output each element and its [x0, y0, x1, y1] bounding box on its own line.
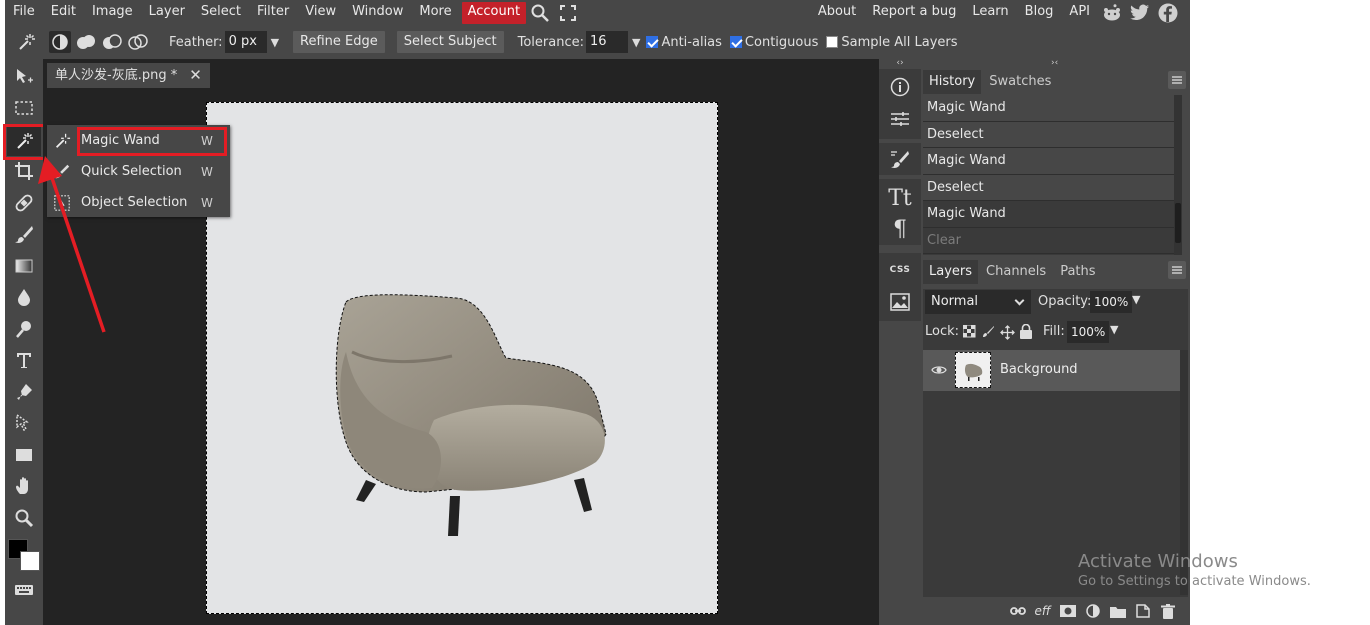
side-icon-column: ‹› Tt ¶ CSS — [879, 59, 921, 625]
tab-swatches[interactable]: Swatches — [983, 70, 1057, 94]
lock-label: Lock: — [925, 324, 960, 339]
panel-collapse-handle-icon[interactable]: ›‹ — [1051, 59, 1058, 68]
history-item[interactable]: Deselect — [923, 174, 1182, 201]
lock-transparency-icon[interactable] — [962, 324, 977, 343]
css-icon[interactable]: CSS — [889, 259, 911, 281]
history-item-current[interactable]: Magic Wand — [923, 201, 1182, 228]
layer-name: Background — [1000, 362, 1078, 377]
history-item-dimmed[interactable]: Clear — [923, 227, 1182, 254]
fill-dropdown-icon[interactable]: ▼ — [1110, 323, 1118, 336]
activate-windows-watermark: Activate Windows Go to Settings to activ… — [1078, 551, 1311, 589]
layers-footer: eff — [923, 597, 1188, 625]
history-item[interactable]: Magic Wand — [923, 95, 1182, 122]
fill-label: Fill: — [1043, 324, 1065, 339]
tab-channels[interactable]: Channels — [980, 260, 1052, 284]
paragraph-icon[interactable]: ¶ — [889, 217, 911, 242]
lock-all-icon[interactable] — [1019, 323, 1033, 343]
layer-mask-icon[interactable] — [1055, 601, 1080, 621]
opacity-input[interactable]: 100% — [1090, 291, 1133, 313]
right-panels: ›‹ History Swatches Magic Wand Deselect … — [921, 59, 1190, 625]
info-icon[interactable] — [889, 76, 911, 98]
blend-mode-select[interactable]: Normal — [925, 290, 1031, 314]
history-scroll-thumb[interactable] — [1175, 203, 1181, 243]
link-layers-icon[interactable] — [1005, 601, 1030, 621]
history-item[interactable]: Magic Wand — [923, 148, 1182, 175]
brush-settings-icon[interactable] — [889, 148, 911, 170]
opacity-label: Opacity: — [1038, 294, 1092, 309]
tab-paths[interactable]: Paths — [1054, 260, 1101, 284]
layers-panel-menu-icon[interactable] — [1168, 261, 1186, 279]
layer-thumbnail — [955, 352, 991, 388]
tab-history[interactable]: History — [923, 70, 982, 94]
new-layer-icon[interactable] — [1130, 601, 1155, 621]
history-panel-menu-icon[interactable] — [1168, 71, 1186, 89]
watermark-title: Activate Windows — [1078, 551, 1238, 572]
delete-layer-icon[interactable] — [1155, 601, 1180, 621]
eye-icon[interactable] — [931, 363, 947, 381]
lock-position-icon[interactable] — [1000, 325, 1015, 344]
lock-pixels-icon[interactable] — [981, 325, 995, 343]
character-icon[interactable]: Tt — [888, 186, 912, 211]
image-icon[interactable] — [889, 291, 911, 313]
layer-row[interactable]: Background — [923, 350, 1180, 391]
adjustments-icon[interactable] — [889, 108, 911, 130]
history-item[interactable]: Deselect — [923, 121, 1182, 148]
history-panel-tabs: History Swatches — [921, 68, 1190, 94]
tab-layers[interactable]: Layers — [923, 260, 979, 284]
layers-panel-tabs: Layers Channels Paths — [921, 258, 1190, 284]
layer-effects-icon[interactable]: eff — [1030, 601, 1055, 621]
fill-input[interactable]: 100% — [1067, 321, 1110, 343]
new-group-icon[interactable] — [1105, 601, 1130, 621]
adjustment-layer-icon[interactable] — [1080, 601, 1105, 621]
watermark-subtitle: Go to Settings to activate Windows. — [1078, 574, 1311, 589]
history-scrollbar[interactable] — [1174, 95, 1182, 255]
collapse-handle-icon[interactable]: ‹› — [879, 59, 921, 68]
history-list: Magic Wand Deselect Magic Wand Deselect … — [923, 95, 1182, 255]
opacity-dropdown-icon[interactable]: ▼ — [1132, 293, 1140, 306]
